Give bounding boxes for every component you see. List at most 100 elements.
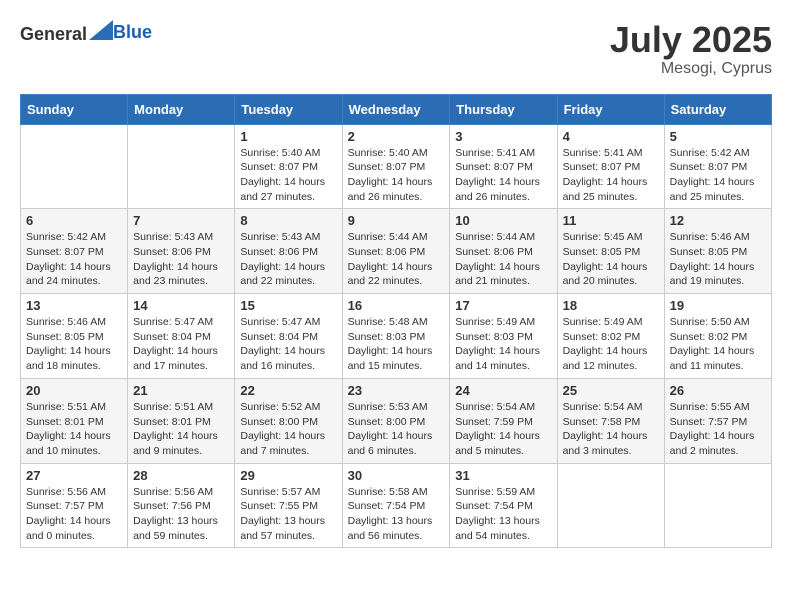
calendar-week-3: 13Sunrise: 5:46 AMSunset: 8:05 PMDayligh… xyxy=(21,294,772,379)
cell-info: Sunset: 8:01 PM xyxy=(133,415,229,430)
cell-info: Daylight: 14 hours and 22 minutes. xyxy=(348,260,445,289)
cell-info: Sunset: 8:04 PM xyxy=(240,330,336,345)
cell-info: Daylight: 13 hours and 56 minutes. xyxy=(348,514,445,543)
calendar-cell: 11Sunrise: 5:45 AMSunset: 8:05 PMDayligh… xyxy=(557,209,664,294)
cell-info: Daylight: 13 hours and 57 minutes. xyxy=(240,514,336,543)
day-number: 2 xyxy=(348,129,445,144)
cell-info: Sunset: 8:07 PM xyxy=(670,160,766,175)
cell-info: Sunrise: 5:43 AM xyxy=(133,230,229,245)
cell-info: Daylight: 14 hours and 17 minutes. xyxy=(133,344,229,373)
day-number: 22 xyxy=(240,383,336,398)
cell-info: Sunset: 8:05 PM xyxy=(26,330,122,345)
cell-info: Sunset: 8:06 PM xyxy=(133,245,229,260)
cell-info: Sunset: 7:55 PM xyxy=(240,499,336,514)
cell-info: Sunrise: 5:46 AM xyxy=(670,230,766,245)
day-number: 23 xyxy=(348,383,445,398)
calendar-cell: 18Sunrise: 5:49 AMSunset: 8:02 PMDayligh… xyxy=(557,294,664,379)
cell-info: Daylight: 14 hours and 11 minutes. xyxy=(670,344,766,373)
cell-info: Sunset: 8:05 PM xyxy=(670,245,766,260)
cell-info: Sunrise: 5:58 AM xyxy=(348,485,445,500)
day-number: 21 xyxy=(133,383,229,398)
cell-info: Sunrise: 5:47 AM xyxy=(240,315,336,330)
cell-info: Sunrise: 5:40 AM xyxy=(240,146,336,161)
calendar-cell: 24Sunrise: 5:54 AMSunset: 7:59 PMDayligh… xyxy=(450,378,557,463)
cell-info: Daylight: 14 hours and 20 minutes. xyxy=(563,260,659,289)
day-number: 24 xyxy=(455,383,551,398)
month-title: July 2025 xyxy=(610,20,772,60)
cell-info: Sunset: 7:57 PM xyxy=(670,415,766,430)
calendar-cell xyxy=(128,124,235,209)
calendar-cell: 14 Sunrise: 5:47 AMSunset: 8:04 PMDayligh… xyxy=(128,294,235,379)
day-number: 13 xyxy=(26,298,122,313)
calendar-cell: 12Sunrise: 5:46 AMSunset: 8:05 PMDayligh… xyxy=(664,209,771,294)
cell-info: Sunrise: 5:54 AM xyxy=(455,400,551,415)
cell-info: Sunrise: 5:44 AM xyxy=(455,230,551,245)
calendar-cell: 15Sunrise: 5:47 AMSunset: 8:04 PMDayligh… xyxy=(235,294,342,379)
calendar-cell: 5Sunrise: 5:42 AMSunset: 8:07 PMDaylight… xyxy=(664,124,771,209)
cell-info: Daylight: 14 hours and 14 minutes. xyxy=(455,344,551,373)
cell-info: Sunrise: 5:47 AM xyxy=(133,315,229,330)
cell-info: Sunrise: 5:54 AM xyxy=(563,400,659,415)
day-number: 31 xyxy=(455,468,551,483)
logo-icon xyxy=(89,20,113,40)
day-number: 4 xyxy=(563,129,659,144)
day-number: 20 xyxy=(26,383,122,398)
day-number: 11 xyxy=(563,213,659,228)
cell-info: Sunrise: 5:42 AM xyxy=(670,146,766,161)
calendar-cell: 25Sunrise: 5:54 AMSunset: 7:58 PMDayligh… xyxy=(557,378,664,463)
cell-info: Sunrise: 5:53 AM xyxy=(348,400,445,415)
day-number: 25 xyxy=(563,383,659,398)
day-header-sunday: Sunday xyxy=(21,94,128,124)
cell-info: Daylight: 14 hours and 21 minutes. xyxy=(455,260,551,289)
cell-info: Sunrise: 5:43 AM xyxy=(240,230,336,245)
cell-info: Sunrise: 5:49 AM xyxy=(563,315,659,330)
cell-info: Sunset: 8:03 PM xyxy=(348,330,445,345)
day-number: 7 xyxy=(133,213,229,228)
calendar-week-4: 20Sunrise: 5:51 AMSunset: 8:01 PMDayligh… xyxy=(21,378,772,463)
day-number: 14 xyxy=(133,298,229,313)
cell-info: Daylight: 14 hours and 2 minutes. xyxy=(670,429,766,458)
cell-info: Sunset: 8:07 PM xyxy=(455,160,551,175)
cell-info: Sunset: 8:07 PM xyxy=(240,160,336,175)
day-number: 6 xyxy=(26,213,122,228)
cell-info: Sunrise: 5:59 AM xyxy=(455,485,551,500)
day-number: 9 xyxy=(348,213,445,228)
cell-info: Sunrise: 5:45 AM xyxy=(563,230,659,245)
day-number: 12 xyxy=(670,213,766,228)
day-number: 16 xyxy=(348,298,445,313)
cell-info: Daylight: 14 hours and 27 minutes. xyxy=(240,175,336,204)
cell-info: Sunrise: 5:40 AM xyxy=(348,146,445,161)
calendar-cell: 10Sunrise: 5:44 AMSunset: 8:06 PMDayligh… xyxy=(450,209,557,294)
cell-info: Daylight: 14 hours and 26 minutes. xyxy=(348,175,445,204)
calendar-cell: 17Sunrise: 5:49 AMSunset: 8:03 PMDayligh… xyxy=(450,294,557,379)
cell-info: Daylight: 14 hours and 12 minutes. xyxy=(563,344,659,373)
calendar-table: SundayMondayTuesdayWednesdayThursdayFrid… xyxy=(20,94,772,549)
cell-info: Sunrise: 5:41 AM xyxy=(563,146,659,161)
cell-info: Sunset: 8:07 PM xyxy=(26,245,122,260)
cell-info: Sunrise: 5:52 AM xyxy=(240,400,336,415)
calendar-cell: 9Sunrise: 5:44 AMSunset: 8:06 PMDaylight… xyxy=(342,209,450,294)
cell-info: Daylight: 14 hours and 26 minutes. xyxy=(455,175,551,204)
calendar-week-1: 1Sunrise: 5:40 AMSunset: 8:07 PMDaylight… xyxy=(21,124,772,209)
calendar-body: 1Sunrise: 5:40 AMSunset: 8:07 PMDaylight… xyxy=(21,124,772,548)
day-number: 28 xyxy=(133,468,229,483)
cell-info: Sunset: 7:59 PM xyxy=(455,415,551,430)
cell-info: Sunset: 8:06 PM xyxy=(455,245,551,260)
cell-info: Sunset: 7:58 PM xyxy=(563,415,659,430)
calendar-cell: 2Sunrise: 5:40 AMSunset: 8:07 PMDaylight… xyxy=(342,124,450,209)
cell-info: Daylight: 14 hours and 23 minutes. xyxy=(133,260,229,289)
calendar-cell: 7 Sunrise: 5:43 AMSunset: 8:06 PMDaylight… xyxy=(128,209,235,294)
cell-info: Sunrise: 5:57 AM xyxy=(240,485,336,500)
calendar-cell: 8Sunrise: 5:43 AMSunset: 8:06 PMDaylight… xyxy=(235,209,342,294)
cell-info: Sunset: 8:02 PM xyxy=(670,330,766,345)
day-header-monday: Monday xyxy=(128,94,235,124)
day-number: 18 xyxy=(563,298,659,313)
cell-info: Sunset: 7:54 PM xyxy=(348,499,445,514)
cell-info: Sunrise: 5:41 AM xyxy=(455,146,551,161)
calendar-cell xyxy=(557,463,664,548)
cell-info: Sunset: 8:04 PM xyxy=(133,330,229,345)
calendar-cell: 30Sunrise: 5:58 AMSunset: 7:54 PMDayligh… xyxy=(342,463,450,548)
calendar-cell: 16Sunrise: 5:48 AMSunset: 8:03 PMDayligh… xyxy=(342,294,450,379)
cell-info: Daylight: 14 hours and 9 minutes. xyxy=(133,429,229,458)
calendar-cell: 4Sunrise: 5:41 AMSunset: 8:07 PMDaylight… xyxy=(557,124,664,209)
